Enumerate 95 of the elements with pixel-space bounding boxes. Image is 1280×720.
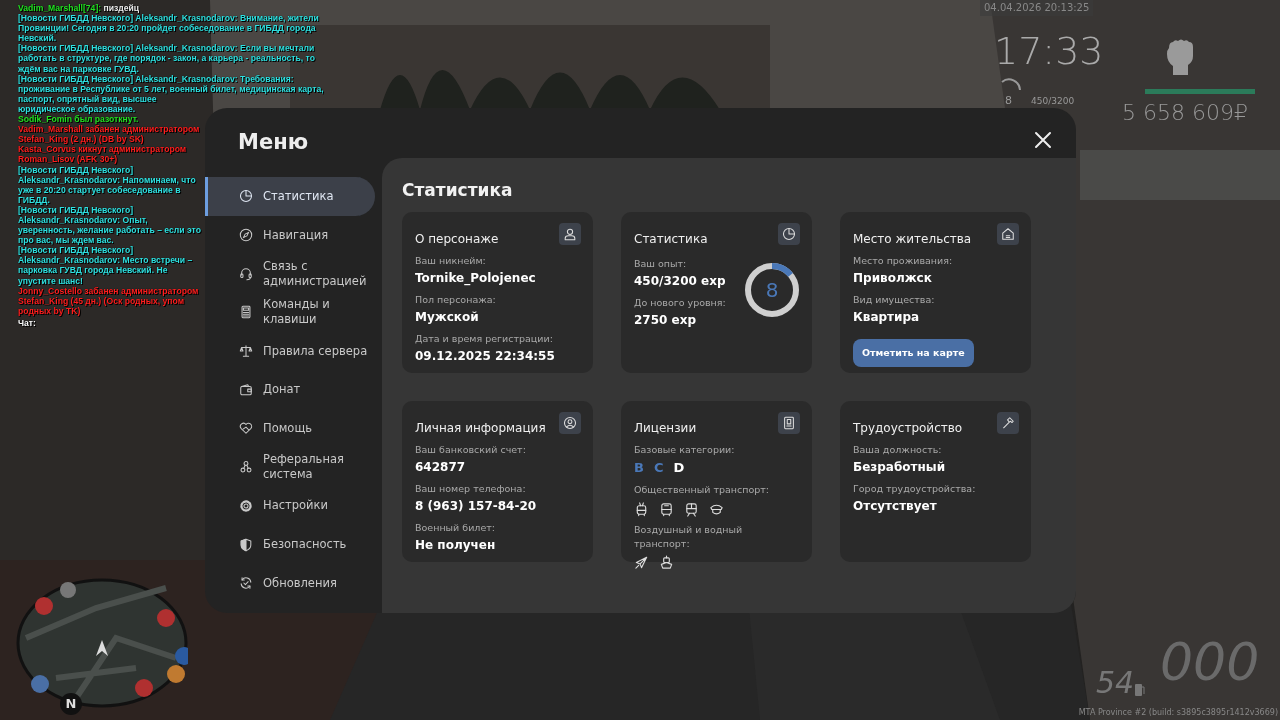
field-label: Ваш никнейм: — [415, 253, 487, 268]
money-balance: 5 658 609₽ — [1122, 99, 1248, 127]
field-label: Место проживания: — [853, 253, 954, 268]
level-arc-icon — [1001, 78, 1021, 91]
progress-ring — [744, 261, 800, 318]
license-category: D — [673, 458, 685, 477]
chat-message: [Новости ГИБДД Невского] Aleksandr_Krasnodarov: Внимание, жители Провинции! Сегодня в 20:20 пройдет собеседование в ГИБДД города Невский. — [18, 13, 319, 44]
field-value: Приволжск — [853, 269, 933, 287]
experience-counter: 450/3200 — [1031, 95, 1075, 108]
network-icon — [239, 460, 253, 475]
field-value: Не получен — [415, 537, 497, 555]
field-value: Безработный — [853, 458, 947, 476]
field-label: До нового уровня: — [634, 295, 726, 310]
map-button[interactable]: Отметить на карте — [853, 339, 974, 368]
field-label: Ваша должность: — [853, 442, 943, 457]
heart-icon — [239, 421, 253, 436]
game-clock: 17:33 — [994, 32, 1104, 70]
pie-chart-icon — [239, 189, 253, 204]
menu-title: Меню — [238, 128, 309, 156]
compass-icon — [239, 228, 253, 243]
sidebar-item[interactable]: Донат — [205, 370, 375, 410]
chat-message: пиздейц — [103, 3, 140, 13]
card-title: Личная информация — [415, 419, 546, 437]
sidebar-item[interactable]: Безопасность — [205, 525, 375, 564]
sidebar-item[interactable]: Помощь — [205, 409, 375, 448]
level-number: 8 — [1005, 93, 1012, 109]
field-label: Город трудоустройства: — [853, 481, 977, 496]
field-value: Мужской — [415, 309, 480, 326]
chat-message: [Новости ГИБДД Невского] Aleksandr_Krasnodarov: Место встречи – парковка ГУВД города Невский. Не упустите шанс! — [18, 245, 193, 286]
fuel-reading: 54 — [1096, 668, 1135, 698]
field-label: Пол персонажа: — [415, 292, 497, 307]
license-category: C — [653, 458, 664, 477]
plane-icon — [634, 555, 649, 570]
license-category: B — [634, 458, 644, 477]
chat-message: Jonny_Costello забанен администратором Stefan_King (45 дн.) (Оск родных, упом родных by TK) — [18, 285, 199, 316]
field-label: Вид имущества: — [853, 292, 936, 307]
ship-icon — [659, 555, 674, 570]
chat-message: [Новости ГИБДД Невского] Aleksandr_Krasnodarov: Напоминаем, что уже в 20:20 стартует собеседование в ГИБДД. — [18, 164, 196, 205]
field-value: Квартира — [853, 309, 921, 326]
chat-message: [Новости ГИБДД Невского] Aleksandr_Krasnodarov: Требования: проживание в Республике от 5 лет, военный билет, медицинская карта, паспорт, опрятный вид, высшее юридическое образование. — [18, 73, 324, 114]
fuel-icon — [1134, 683, 1146, 697]
card-title: Место жительства — [853, 230, 972, 248]
field-value: 09.12.2025 22:34:55 — [415, 348, 556, 366]
refresh-icon — [239, 576, 253, 591]
chat-message: Sodik_Fomin был разоткнут. — [18, 114, 139, 125]
section-title: Статистика — [402, 179, 514, 202]
headset-icon — [239, 266, 253, 281]
chat-author: Vadim_Marshall[74]: — [18, 3, 102, 13]
chat-message: [Новости ГИБДД Невского] Aleksandr_Krasnodarov: Опыт, уверенность, желание работать – если это про вас, мы ждем вас. — [18, 204, 201, 246]
field-label: Ваш опыт: — [634, 256, 688, 271]
bus-icon — [659, 501, 674, 517]
card-title: Лицензии — [634, 419, 697, 437]
field-label: Общественный транспорт: — [634, 483, 771, 498]
field-value: 2750 exp — [634, 312, 698, 329]
user-icon — [559, 222, 581, 245]
field-label: Военный билет: — [415, 521, 496, 535]
field-label: Дата и время регистрации: — [415, 332, 554, 346]
field-label: Воздушный и водный транспорт: — [634, 522, 744, 551]
hammer-icon — [997, 411, 1019, 434]
chat-message: [Новости ГИБДД Невского] Aleksandr_Krasnodarov: Если вы мечтали работать в структуре, где порядок - закон, а карьера - реальность, то ждём вас на парковке ГУВД. — [18, 43, 315, 74]
pie-chart-icon — [778, 222, 800, 245]
chat-message: Kasta_Corvus кикнут администратором Roman_Lisov (AFK 30+) — [18, 144, 187, 165]
level-number: 8 — [765, 279, 779, 300]
sidebar-item[interactable]: Связь с администрацией — [205, 254, 375, 294]
sidebar-item[interactable]: Реферальная система — [205, 447, 375, 487]
date-time-label: 04.04.2026 20:13:25 — [980, 0, 1094, 16]
calculator-icon — [239, 305, 253, 320]
card-title: Статистика — [634, 230, 708, 248]
wallet-icon — [239, 382, 253, 397]
field-value: 450/3200 exp — [634, 272, 726, 290]
card-title: О персонаже — [415, 230, 499, 248]
chat-message: Vadim_Marshall забанен администратором Stefan_King (2 дн.) (DB by SK) — [18, 124, 200, 145]
id-card-icon — [778, 411, 800, 434]
settings-icon — [239, 498, 253, 513]
sidebar-item[interactable]: Статистика — [205, 177, 375, 216]
field-label: Базовые категории: — [634, 442, 736, 457]
house-icon — [997, 222, 1019, 245]
sidebar-item[interactable]: Обновления — [205, 563, 375, 603]
sidebar-item[interactable]: Настройки — [205, 486, 375, 526]
train-icon — [684, 501, 699, 517]
field-value: 8 (963) 157-84-20 — [415, 498, 538, 515]
shield-icon — [239, 537, 253, 552]
field-value: 642877 — [415, 458, 467, 476]
trolleybus-icon — [634, 501, 649, 517]
sidebar-item[interactable]: Команды и клавиши — [205, 293, 375, 332]
card-title: Трудоустройство — [853, 419, 963, 437]
scales-icon — [239, 344, 253, 359]
chat-input-label: Чат: — [18, 317, 36, 328]
field-label: Ваш номер телефона: — [415, 481, 527, 496]
field-value: Tornike_Polojenec — [415, 269, 537, 287]
sidebar-item[interactable]: Правила сервера — [205, 331, 375, 371]
sidebar-item[interactable]: Навигация — [205, 215, 375, 255]
build-info: MTA Province #2 (build: s3895c3895r1412v3669) — [1078, 707, 1278, 719]
field-value: Отсутствует — [853, 498, 938, 515]
field-label: Ваш банковский счет: — [415, 442, 527, 457]
